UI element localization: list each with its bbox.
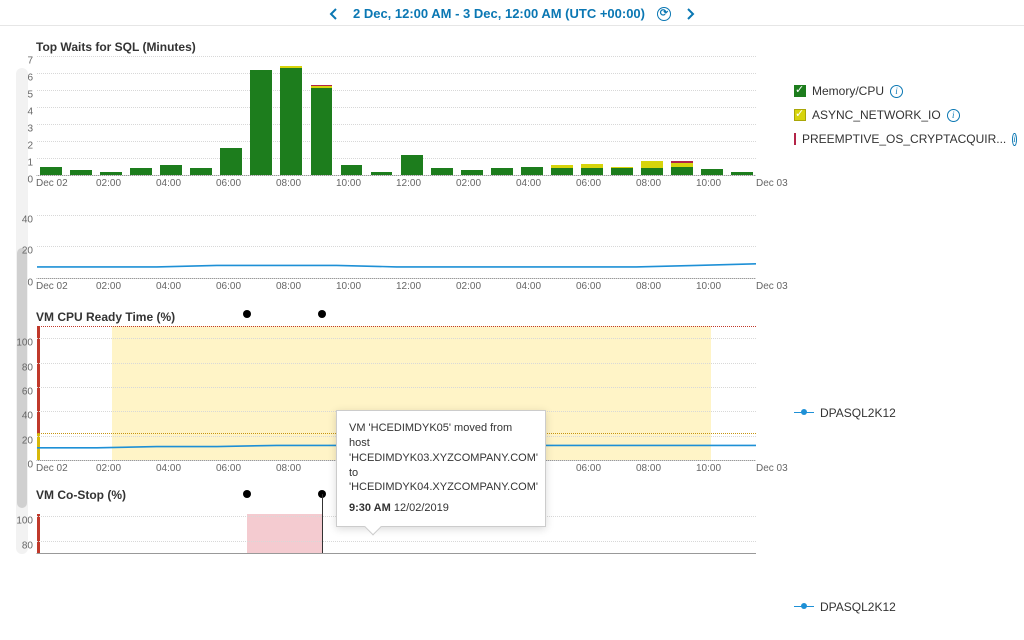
refresh-icon[interactable]: ⟳ xyxy=(657,7,671,21)
event-marker[interactable] xyxy=(243,490,251,498)
chart-top-waits: Top Waits for SQL (Minutes) 01234567 Dec… xyxy=(36,40,1008,189)
chart-title: Top Waits for SQL (Minutes) xyxy=(36,40,1008,54)
event-marker[interactable] xyxy=(318,310,326,318)
x-axis: Dec 0202:0004:0006:0008:0010:0012:0002:0… xyxy=(36,178,756,189)
next-range-button[interactable] xyxy=(683,7,697,21)
charts-panel: Memory/CPU i ASYNC_NETWORK_IO i PREEMPTI… xyxy=(0,26,1024,554)
event-marker[interactable] xyxy=(243,310,251,318)
chart-secondary-line: 02040 Dec 0202:0004:0006:0008:0010:0012:… xyxy=(36,199,1008,292)
plot-area[interactable]: 02040 xyxy=(36,199,756,279)
tooltip-timestamp: 9:30 AM 12/02/2019 xyxy=(349,501,533,516)
legend-label: DPASQL2K12 xyxy=(820,600,896,614)
chart-vm-cpu-ready: VM CPU Ready Time (%) 020406080100 Dec 0… xyxy=(36,310,1008,474)
prev-range-button[interactable] xyxy=(327,7,341,21)
date-range-bar: 2 Dec, 12:00 AM - 3 Dec, 12:00 AM (UTC +… xyxy=(0,0,1024,26)
chart-title: VM CPU Ready Time (%) xyxy=(36,310,1008,324)
critical-highlight xyxy=(247,514,322,553)
event-tooltip: VM 'HCEDIMDYK05' moved from host 'HCEDIM… xyxy=(336,410,546,527)
event-cursor-line xyxy=(322,494,323,553)
series-line-icon xyxy=(794,602,814,612)
plot-area[interactable]: 01234567 xyxy=(36,56,756,176)
date-range-label[interactable]: 2 Dec, 12:00 AM - 3 Dec, 12:00 AM (UTC +… xyxy=(353,6,645,21)
x-axis: Dec 0202:0004:0006:0008:0010:0012:0002:0… xyxy=(36,281,756,292)
tooltip-text: VM 'HCEDIMDYK05' moved from host 'HCEDIM… xyxy=(349,421,533,495)
critical-marker xyxy=(37,514,40,553)
legend-costop: DPASQL2K12 xyxy=(794,600,1004,614)
info-icon[interactable]: i xyxy=(1012,133,1017,146)
legend-item[interactable]: DPASQL2K12 xyxy=(794,600,1004,614)
